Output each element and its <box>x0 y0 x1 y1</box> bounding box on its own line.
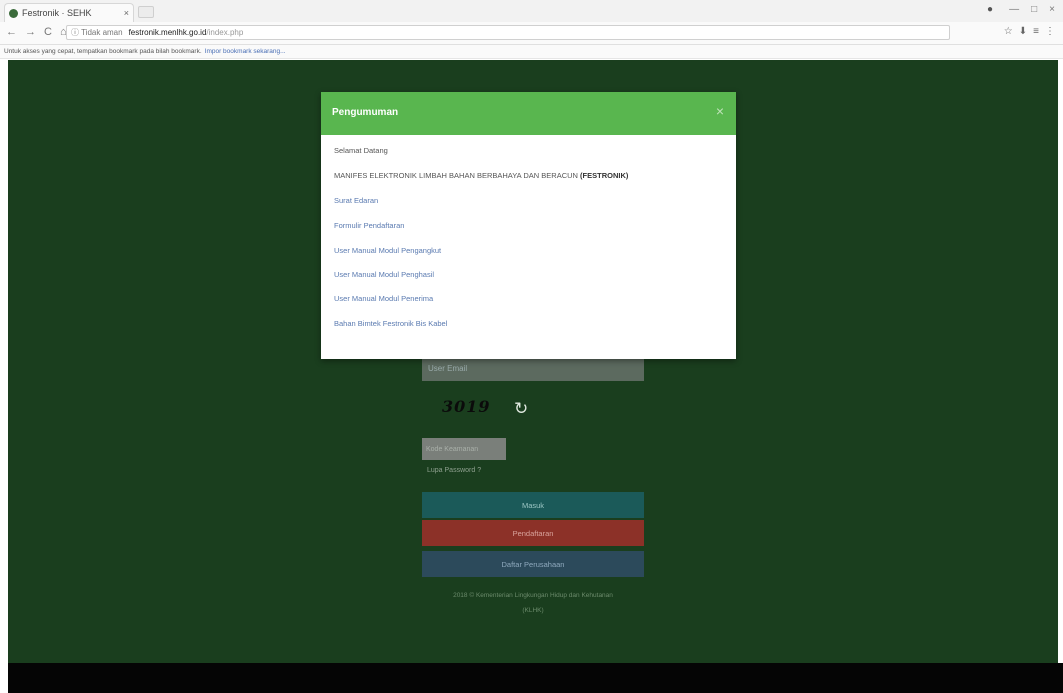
minimize-icon[interactable]: — <box>1009 4 1019 15</box>
extension-icon[interactable]: ≡ <box>1033 26 1039 37</box>
download-icon[interactable]: ⬇ <box>1019 26 1027 37</box>
manual-transporter-link[interactable]: User Manual Modul Pengangkut <box>334 246 441 255</box>
registration-form-link[interactable]: Formulir Pendaftaran <box>334 221 404 230</box>
footer-copyright: 2018 © Kementerian Lingkungan Hidup dan … <box>453 592 613 599</box>
forgot-password-link[interactable]: Lupa Password ? <box>427 467 481 474</box>
captcha-image: 3019 <box>442 397 491 416</box>
url-path: /index.php <box>206 28 244 37</box>
system-name: MANIFES ELEKTRONIK LIMBAH BAHAN BERBAHAY… <box>334 171 628 180</box>
surat-edaran-link[interactable]: Surat Edaran <box>334 196 378 205</box>
address-toolbar: ← → C ⌂ ⓘ Tidak aman festronik.menlhk.go… <box>0 22 1063 45</box>
modal-header: Pengumuman × <box>321 92 736 135</box>
favicon-icon <box>9 8 18 18</box>
close-icon[interactable]: × <box>716 103 724 119</box>
tab-title: Festronik · SEHK <box>22 8 92 18</box>
login-button[interactable]: Masuk <box>422 492 644 518</box>
announcement-modal: Pengumuman × Selamat Datang MANIFES ELEK… <box>321 92 736 359</box>
modal-title: Pengumuman <box>332 107 399 118</box>
register-button[interactable]: Pendaftaran <box>422 520 644 546</box>
system-abbrev: (FESTRONIK) <box>580 171 629 180</box>
tab-close-icon[interactable]: × <box>124 8 129 18</box>
browser-tab-bar: Festronik · SEHK × ● — □ × <box>0 0 1063 22</box>
bimtek-material-link[interactable]: Bahan Bimtek Festronik Bis Kabel <box>334 319 447 328</box>
import-bookmarks-link[interactable]: Impor bookmark sekarang... <box>205 48 286 55</box>
browser-tab[interactable]: Festronik · SEHK × <box>4 3 134 22</box>
manual-receiver-link[interactable]: User Manual Modul Penerima <box>334 294 433 303</box>
reload-icon[interactable]: C <box>44 26 52 38</box>
captcha-field[interactable]: Kode Keamanan <box>422 438 506 460</box>
window-controls: — □ × <box>1009 4 1055 15</box>
new-tab-button[interactable] <box>138 6 154 18</box>
url-input[interactable]: ⓘ Tidak aman festronik.menlhk.go.id /ind… <box>66 25 950 40</box>
back-icon[interactable]: ← <box>6 26 17 38</box>
footer-org: (KLHK) <box>522 607 544 614</box>
refresh-icon[interactable]: ↻ <box>514 399 528 419</box>
maximize-icon[interactable]: □ <box>1031 4 1037 15</box>
manual-producer-link[interactable]: User Manual Modul Penghasil <box>334 270 434 279</box>
bookmark-star-icon[interactable]: ☆ <box>1004 26 1013 37</box>
infobar-text: Untuk akses yang cepat, tempatkan bookma… <box>4 48 202 55</box>
taskbar <box>8 663 1063 693</box>
forward-icon[interactable]: → <box>25 26 36 38</box>
system-name-text: MANIFES ELEKTRONIK LIMBAH BAHAN BERBAHAY… <box>334 171 578 180</box>
register-company-button[interactable]: Daftar Perusahaan <box>422 551 644 577</box>
profile-icon[interactable]: ● <box>987 4 993 15</box>
menu-icon[interactable]: ⋮ <box>1045 26 1055 37</box>
close-window-icon[interactable]: × <box>1049 4 1055 15</box>
security-indicator[interactable]: ⓘ Tidak aman <box>71 27 123 38</box>
page-footer: 2018 © Kementerian Lingkungan Hidup dan … <box>422 588 644 618</box>
welcome-text: Selamat Datang <box>334 146 388 155</box>
toolbar-extensions: ☆ ⬇ ≡ ⋮ <box>1004 26 1055 37</box>
url-host: festronik.menlhk.go.id <box>128 28 207 37</box>
bookmarks-infobar: Untuk akses yang cepat, tempatkan bookma… <box>0 45 1063 59</box>
nav-buttons: ← → C ⌂ <box>6 26 67 38</box>
